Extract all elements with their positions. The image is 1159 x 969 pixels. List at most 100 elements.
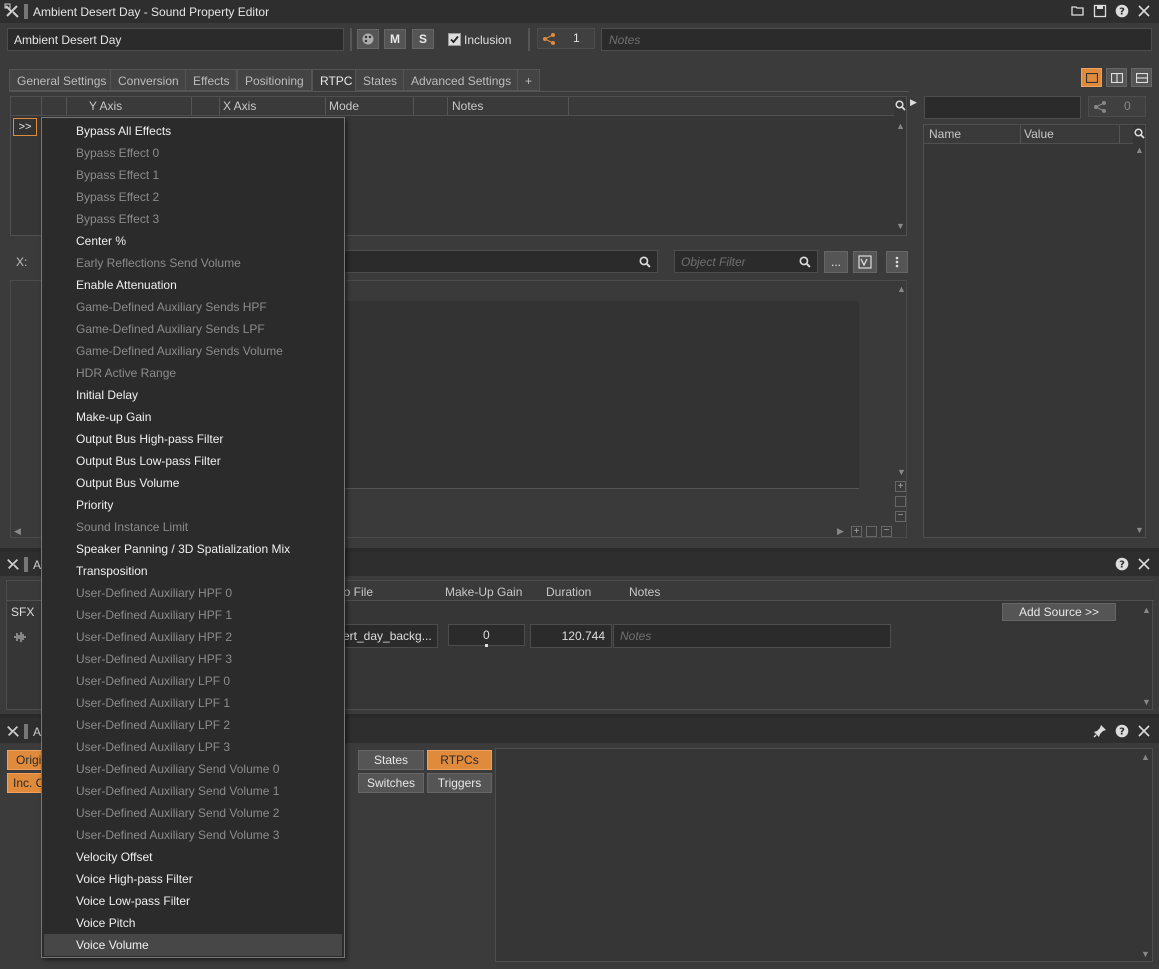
switches-button[interactable]: Switches [358,773,424,793]
layout-single-button[interactable] [1081,68,1102,87]
tab-general-settings[interactable]: General Settings [9,69,115,91]
rtpcs-button[interactable]: RTPCs [427,750,492,770]
tab-positioning[interactable]: Positioning [237,69,312,91]
source-notes-field[interactable]: Notes [613,624,891,648]
menu-item[interactable]: Bypass Effect 0 [42,142,344,164]
menu-item[interactable]: Output Bus Low-pass Filter [42,450,344,472]
menu-item[interactable]: Voice Volume [44,934,342,956]
scroll-down-arrow[interactable]: ▼ [1141,949,1150,959]
graph-view-toggle-button[interactable] [853,251,877,273]
menu-item[interactable]: User-Defined Auxiliary LPF 3 [42,736,344,758]
h-zoom-in-icon[interactable]: + [851,526,862,537]
collapse-right-arrow[interactable]: ▶ [910,97,917,108]
right-share-field[interactable]: 0 [1088,96,1146,117]
layout-vertical-split-button[interactable] [1106,68,1127,87]
menu-item[interactable]: Center % [42,230,344,252]
tab-advanced-settings[interactable]: Advanced Settings [403,69,520,91]
source-file-field[interactable]: ert_day_backg... [337,624,438,648]
tab-conversion[interactable]: Conversion [110,69,187,91]
add-source-button[interactable]: Add Source >> [1002,603,1116,621]
mute-button[interactable]: M [384,29,406,49]
scroll-up-arrow[interactable]: ▲ [1141,752,1150,762]
more-options-button[interactable] [886,251,908,273]
share-set-field[interactable]: 1 [537,28,595,49]
menu-item[interactable]: User-Defined Auxiliary HPF 1 [42,604,344,626]
zoom-out-icon[interactable]: − [895,511,906,522]
notes-field[interactable]: Notes [601,28,1152,51]
menu-item[interactable]: Priority [42,494,344,516]
help-icon[interactable]: ? [1115,557,1129,571]
browse-button[interactable]: ... [824,251,848,273]
close-icon[interactable] [1137,557,1151,571]
search-icon[interactable] [895,100,906,111]
scroll-up-arrow[interactable]: ▲ [897,284,906,294]
layout-horizontal-split-button[interactable] [1131,68,1152,87]
right-name-field[interactable] [924,96,1081,119]
h-zoom-out-icon[interactable]: − [881,526,892,537]
menu-item[interactable]: User-Defined Auxiliary Send Volume 0 [42,758,344,780]
graph-search-field[interactable] [340,250,658,273]
scroll-down-arrow[interactable]: ▼ [1135,525,1144,535]
menu-item[interactable]: Transposition [42,560,344,582]
help-icon[interactable]: ? [1115,724,1129,738]
tab-rtpc[interactable]: RTPC [312,69,361,92]
inclusion-checkbox[interactable] [448,33,461,46]
menu-item[interactable]: User-Defined Auxiliary HPF 2 [42,626,344,648]
menu-item[interactable]: Early Reflections Send Volume [42,252,344,274]
object-filter-field[interactable]: Object Filter [674,250,818,273]
menu-item[interactable]: User-Defined Auxiliary LPF 2 [42,714,344,736]
menu-item[interactable]: Game-Defined Auxiliary Sends Volume [42,340,344,362]
close-icon[interactable] [1137,4,1151,18]
menu-item[interactable]: Sound Instance Limit [42,516,344,538]
zoom-in-icon[interactable]: + [895,481,906,492]
menu-item[interactable]: Enable Attenuation [42,274,344,296]
scroll-down-arrow[interactable]: ▼ [1142,697,1151,707]
menu-item[interactable]: Bypass Effect 3 [42,208,344,230]
menu-item[interactable]: Bypass Effect 1 [42,164,344,186]
graph-canvas[interactable] [341,301,859,489]
triggers-button[interactable]: Triggers [427,773,492,793]
zoom-fit-icon[interactable] [895,496,906,507]
save-icon[interactable] [1093,4,1107,18]
menu-item[interactable]: Voice High-pass Filter [42,868,344,890]
solo-button[interactable]: S [412,29,434,49]
menu-item[interactable]: Speaker Panning / 3D Spatialization Mix [42,538,344,560]
object-name-field[interactable]: Ambient Desert Day [7,28,344,51]
color-palette-button[interactable] [357,29,379,49]
help-icon[interactable]: ? [1115,4,1129,18]
pin-icon[interactable] [1093,724,1107,738]
menu-item[interactable]: Velocity Offset [42,846,344,868]
makeup-gain-slider[interactable]: 0 [448,624,525,647]
menu-item[interactable]: User-Defined Auxiliary HPF 0 [42,582,344,604]
menu-item[interactable]: HDR Active Range [42,362,344,384]
menu-item[interactable]: User-Defined Auxiliary LPF 1 [42,692,344,714]
menu-item[interactable]: Output Bus Volume [42,472,344,494]
scroll-down-arrow[interactable]: ▼ [896,221,905,231]
menu-item[interactable]: Bypass All Effects [42,120,344,142]
menu-item[interactable]: Output Bus High-pass Filter [42,428,344,450]
scroll-left-arrow[interactable]: ◀ [14,526,21,537]
menu-item[interactable]: User-Defined Auxiliary Send Volume 1 [42,780,344,802]
search-icon[interactable] [1134,128,1145,139]
scroll-up-arrow[interactable]: ▲ [1142,605,1151,615]
menu-item[interactable]: Bypass Effect 2 [42,186,344,208]
menu-item[interactable]: Voice Pitch [42,912,344,934]
scroll-up-arrow[interactable]: ▲ [1135,145,1144,155]
tab-states[interactable]: States [355,69,406,91]
scroll-down-arrow[interactable]: ▼ [897,467,906,477]
scroll-right-arrow[interactable]: ▶ [837,526,844,537]
open-folder-icon[interactable] [1071,4,1085,18]
rtpc-expand-button[interactable]: >> [13,118,37,136]
scroll-up-arrow[interactable]: ▲ [896,121,905,131]
close-icon[interactable] [1137,724,1151,738]
menu-item[interactable]: Initial Delay [42,384,344,406]
tab-add[interactable]: + [517,69,541,91]
h-zoom-fit-icon[interactable] [866,526,877,537]
menu-item[interactable]: User-Defined Auxiliary LPF 0 [42,670,344,692]
menu-item[interactable]: Game-Defined Auxiliary Sends HPF [42,296,344,318]
states-button[interactable]: States [358,750,424,770]
menu-item[interactable]: Game-Defined Auxiliary Sends LPF [42,318,344,340]
menu-item[interactable]: User-Defined Auxiliary Send Volume 3 [42,824,344,846]
menu-item[interactable]: User-Defined Auxiliary Send Volume 2 [42,802,344,824]
tab-effects[interactable]: Effects [185,69,238,91]
